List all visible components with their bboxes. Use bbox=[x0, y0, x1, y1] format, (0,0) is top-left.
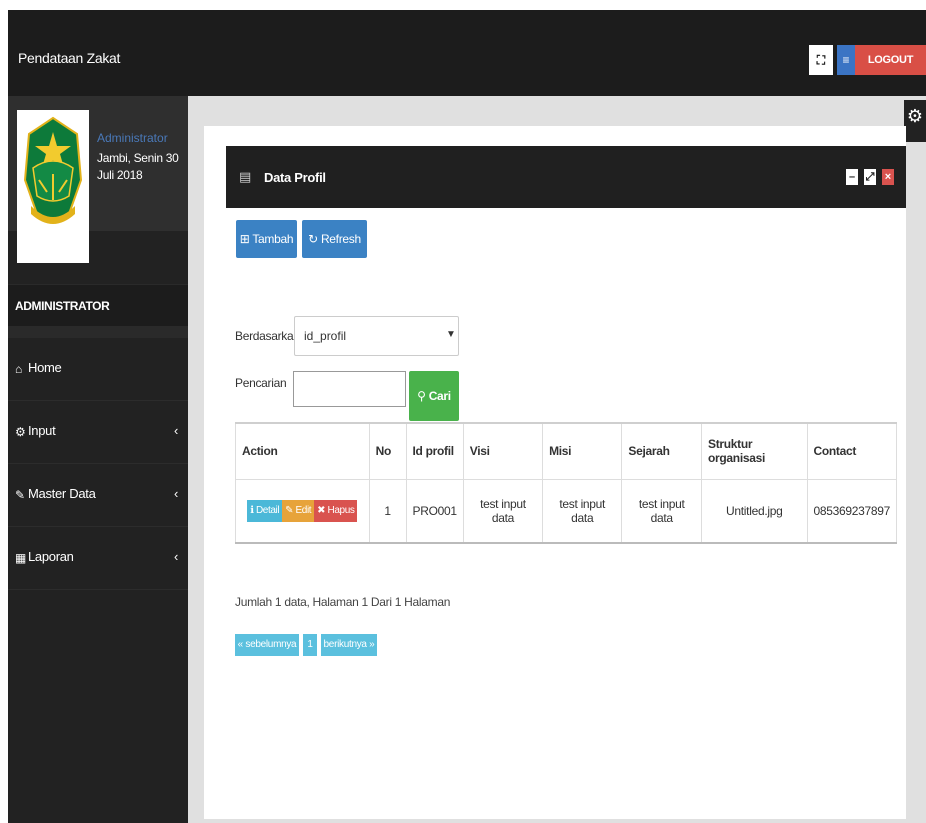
logout-button[interactable]: LOGOUT bbox=[855, 45, 926, 75]
filter-by-label: Berdasarkan: bbox=[235, 329, 303, 343]
search-button[interactable]: ⚲ Cari bbox=[409, 371, 459, 421]
search-label: Pencarian : bbox=[235, 376, 299, 390]
user-name: Administrator bbox=[97, 131, 168, 145]
user-date: Jambi, Senin 30 Juli 2018 bbox=[97, 151, 179, 182]
organization-logo bbox=[17, 110, 89, 263]
home-icon: ⌂ bbox=[15, 362, 22, 376]
info-icon: ℹ bbox=[250, 504, 254, 516]
calendar-icon: ▦ bbox=[15, 551, 27, 565]
document-icon: ▤ bbox=[239, 169, 252, 184]
data-summary: Jumlah 1 data, Halaman 1 Dari 1 Halaman bbox=[235, 595, 451, 609]
panel-header: ▤ Data Profil – ⤢ × bbox=[226, 146, 906, 208]
data-profil-panel: ▤ Data Profil – ⤢ × ⊞ Tambah ↻ Refresh B… bbox=[226, 146, 906, 656]
delete-button[interactable]: ✖ Hapus bbox=[314, 499, 358, 522]
maximize-button[interactable]: ⤢ bbox=[864, 169, 876, 185]
column-header: Visi bbox=[462, 422, 544, 480]
caret-down-icon: ▼ bbox=[446, 329, 456, 340]
hamburger-icon: ≡ bbox=[842, 53, 850, 67]
expand-icon: ⛶ bbox=[816, 53, 826, 67]
column-header: Sejarah bbox=[621, 422, 702, 480]
sidebar-item-home[interactable]: ⌂ Home bbox=[8, 338, 188, 401]
sidebar-item-label: Input bbox=[28, 423, 56, 438]
close-button[interactable]: × bbox=[882, 169, 894, 185]
column-header: Contact bbox=[806, 422, 897, 480]
search-input[interactable] bbox=[293, 371, 406, 407]
cell-id-profil: PRO001 bbox=[405, 478, 464, 544]
app-title[interactable]: Pendataan Zakat bbox=[18, 50, 120, 66]
app-screen: Pendataan Zakat ⛶ ≡ LOGOUT Administrator… bbox=[8, 10, 926, 823]
chevron-left-icon: ‹ bbox=[174, 549, 179, 564]
column-header: Action bbox=[235, 422, 370, 480]
settings-toggle[interactable]: ⚙ bbox=[904, 100, 926, 142]
sidebar-item-label: Master Data bbox=[28, 486, 96, 501]
detail-button-label: Detail bbox=[255, 504, 280, 516]
role-label: ADMINISTRATOR bbox=[15, 299, 110, 313]
next-page-button[interactable]: berikutnya » bbox=[321, 634, 377, 656]
edit-icon: ✎ bbox=[15, 488, 25, 502]
current-page-button[interactable]: 1 bbox=[303, 634, 317, 656]
plus-icon: ⊞ bbox=[239, 232, 250, 246]
sidebar-item-label: Laporan bbox=[28, 549, 74, 564]
cell-sejarah: test input data bbox=[621, 478, 702, 544]
gear-icon: ⚙ bbox=[906, 106, 924, 126]
column-header: Id profil bbox=[405, 422, 464, 480]
close-icon: ✖ bbox=[317, 504, 326, 516]
sidebar-item-label: Home bbox=[28, 360, 62, 375]
refresh-button[interactable]: ↻ Refresh bbox=[302, 220, 367, 258]
delete-button-label: Hapus bbox=[327, 504, 355, 516]
filter-by-value: id_profil bbox=[304, 329, 347, 343]
search-icon: ⚲ bbox=[417, 389, 426, 403]
chevron-left-icon: ‹ bbox=[174, 486, 179, 501]
profil-table: Action No Id profil Visi Misi Sejarah St… bbox=[235, 422, 897, 544]
prev-page-button[interactable]: « sebelumnya bbox=[235, 634, 299, 656]
cell-visi: test input data bbox=[462, 478, 544, 544]
panel-title: Data Profil bbox=[264, 170, 326, 185]
sidebar-item-laporan[interactable]: ▦ Laporan ‹ bbox=[8, 527, 188, 590]
add-button-label: Tambah bbox=[252, 232, 294, 246]
content-area: ⚙ ▤ Data Profil – ⤢ × ⊞ Tambah ↻ Refresh bbox=[188, 96, 926, 823]
edit-button-label: Edit bbox=[295, 504, 312, 516]
table-header-row: Action No Id profil Visi Misi Sejarah St… bbox=[235, 422, 897, 480]
cell-struktur: Untitled.jpg bbox=[701, 478, 808, 544]
fullscreen-button[interactable]: ⛶ bbox=[809, 45, 833, 75]
sidebar-item-input[interactable]: ⚙ Input ‹ bbox=[8, 401, 188, 464]
search-button-label: Cari bbox=[428, 389, 451, 403]
minimize-button[interactable]: – bbox=[846, 169, 858, 185]
content-card: ▤ Data Profil – ⤢ × ⊞ Tambah ↻ Refresh B… bbox=[204, 126, 906, 819]
edit-button[interactable]: ✎ Edit bbox=[282, 499, 315, 522]
sidebar: Administrator Jambi, Senin 30 Juli 2018 … bbox=[8, 96, 188, 823]
column-header: Misi bbox=[542, 422, 623, 480]
edit-icon: ✎ bbox=[285, 504, 294, 516]
cogs-icon: ⚙ bbox=[15, 425, 26, 439]
table-row: ℹ Detail ✎ Edit ✖ Hapus 1 PRO001 test in… bbox=[235, 478, 897, 544]
menu-toggle-button[interactable]: ≡ bbox=[837, 45, 855, 75]
cell-no: 1 bbox=[368, 478, 407, 544]
column-header: Struktur organisasi bbox=[701, 422, 808, 480]
column-header: No bbox=[368, 422, 407, 480]
sidebar-divider bbox=[8, 326, 188, 338]
cell-misi: test input data bbox=[542, 478, 623, 544]
refresh-icon: ↻ bbox=[308, 232, 318, 246]
add-button[interactable]: ⊞ Tambah bbox=[236, 220, 297, 258]
cell-contact: 085369237897 bbox=[806, 478, 897, 544]
action-cell: ℹ Detail ✎ Edit ✖ Hapus bbox=[235, 478, 370, 544]
top-navbar: Pendataan Zakat ⛶ ≡ LOGOUT bbox=[8, 10, 926, 96]
chevron-left-icon: ‹ bbox=[174, 423, 179, 438]
detail-button[interactable]: ℹ Detail bbox=[247, 499, 283, 522]
role-header: ADMINISTRATOR bbox=[8, 284, 188, 326]
sidebar-item-master-data[interactable]: ✎ Master Data ‹ bbox=[8, 464, 188, 527]
refresh-button-label: Refresh bbox=[320, 232, 361, 246]
filter-by-select[interactable]: id_profil ▼ bbox=[294, 316, 459, 356]
